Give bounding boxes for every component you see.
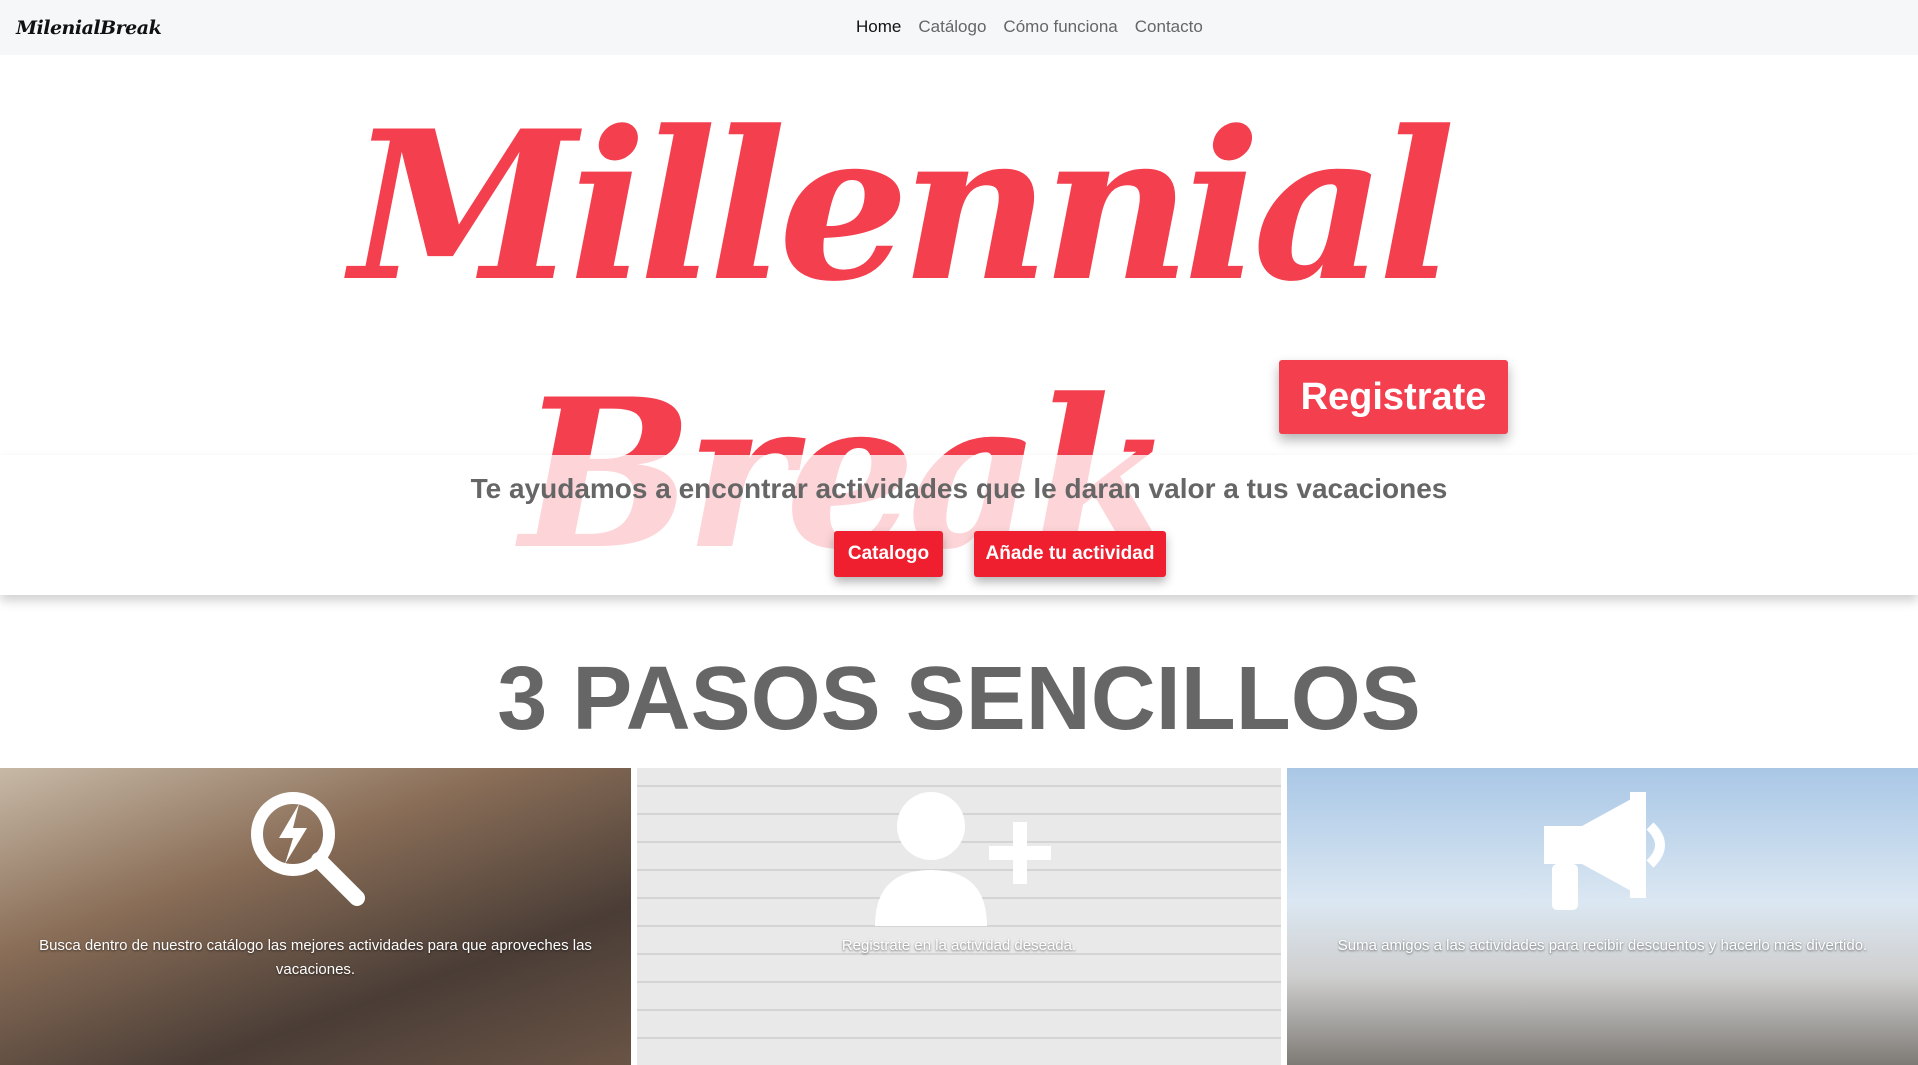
add-activity-button[interactable]: Añade tu actividad	[974, 531, 1166, 577]
step-caption-share: Suma amigos a las actividades para recib…	[1337, 937, 1868, 954]
nav-link-catalogo[interactable]: Catálogo	[918, 17, 986, 37]
navbar: MilenialBreak Home Catálogo Cómo funcion…	[0, 0, 1918, 55]
step-tile-share: Suma amigos a las actividades para recib…	[1287, 768, 1918, 1065]
steps-title: 3 PASOS SENCILLOS	[497, 649, 1421, 749]
step-caption-search: Busca dentro de nuestro catálogo las mej…	[39, 937, 592, 978]
nav-link-contacto[interactable]: Contacto	[1135, 17, 1203, 37]
navbar-brand[interactable]: MilenialBreak	[16, 17, 162, 39]
step-tile-register: Registrate en la actividad deseada.	[637, 768, 1281, 1065]
hero-logo-line1: Millennial	[350, 87, 1456, 327]
hero-tagline: Te ayudamos a encontrar actividades que …	[470, 473, 1448, 504]
steps-tiles: Busca dentro de nuestro catálogo las mej…	[0, 768, 1918, 1065]
catalog-button[interactable]: Catalogo	[834, 531, 943, 577]
add-user-icon	[873, 786, 1053, 931]
nav-links: Home Catálogo Cómo funciona Contacto	[856, 17, 1203, 37]
step-caption-register: Registrate en la actividad deseada.	[841, 937, 1077, 954]
search-bolt-icon	[245, 786, 375, 921]
step-tile-search: Busca dentro de nuestro catálogo las mej…	[0, 768, 631, 1065]
register-button[interactable]: Registrate	[1279, 360, 1508, 434]
nav-link-como-funciona[interactable]: Cómo funciona	[1003, 17, 1117, 37]
nav-link-home[interactable]: Home	[856, 17, 901, 37]
megaphone-icon	[1534, 786, 1684, 941]
